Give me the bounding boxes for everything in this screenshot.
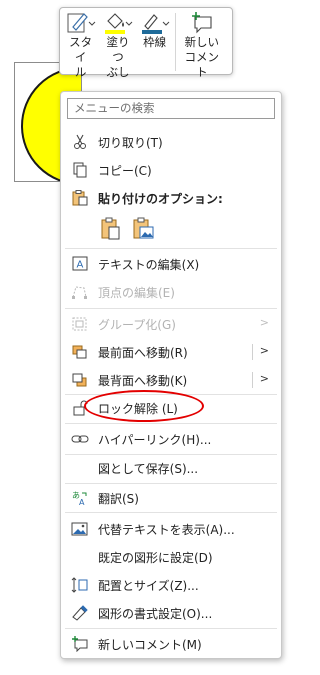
- comment-label-2: コメント: [184, 50, 220, 79]
- paint-bucket-icon: [102, 11, 134, 35]
- menu-item-paste-options: 貼り付けのオプション:: [61, 184, 281, 212]
- copy-icon: [71, 162, 89, 178]
- menu-item-label: ハイパーリンク(H)...: [98, 432, 212, 447]
- split-separator: [252, 372, 253, 388]
- menu-item-label: 翻訳(S): [98, 491, 139, 506]
- size-position-icon: [71, 577, 89, 593]
- link-icon: [71, 431, 89, 447]
- text-edit-icon: A: [71, 256, 89, 272]
- svg-text:A: A: [77, 260, 84, 271]
- menu-item-group[interactable]: グループ化(G) >: [61, 310, 281, 338]
- submenu-arrow-icon[interactable]: >: [260, 372, 269, 385]
- outline-label: 枠線: [143, 35, 167, 49]
- alt-text-icon: [71, 521, 89, 537]
- paste-as-picture-icon[interactable]: [130, 216, 156, 242]
- menu-item-set-default-shape[interactable]: 既定の図形に設定(D): [61, 543, 281, 571]
- menu-item-label: 切り取り(T): [98, 135, 163, 150]
- shape-style-icon: [65, 11, 97, 35]
- menu-separator: [65, 423, 277, 424]
- menu-item-label: グループ化(G): [98, 317, 176, 332]
- paste-options-row: [98, 216, 162, 242]
- style-button[interactable]: スタイ ル: [64, 11, 97, 80]
- style-label-2: ル: [74, 65, 87, 79]
- menu-item-save-as-picture[interactable]: 図として保存(S)...: [61, 454, 281, 482]
- split-separator: [252, 344, 253, 360]
- scissors-icon: [71, 134, 89, 150]
- menu-item-label: コピー(C): [98, 163, 152, 178]
- pen-outline-icon: [139, 11, 171, 35]
- group-icon: [71, 316, 89, 332]
- menu-item-bring-to-front[interactable]: 最前面へ移動(R) >: [61, 338, 281, 366]
- menu-item-new-comment[interactable]: 新しいコメント(M): [61, 630, 281, 658]
- paste-icon: [71, 190, 89, 206]
- menu-item-label: テキストの編集(X): [98, 257, 200, 272]
- format-shape-icon: [71, 605, 89, 621]
- fill-button[interactable]: 塗りつ ぶし: [101, 11, 134, 80]
- bring-front-icon: [71, 344, 89, 360]
- new-comment-icon: [71, 636, 89, 653]
- menu-item-label: 配置とサイズ(Z)...: [98, 578, 199, 593]
- menu-item-label: 貼り付けのオプション:: [98, 191, 223, 206]
- submenu-arrow-icon[interactable]: >: [260, 344, 269, 357]
- translate-icon: あA: [71, 490, 89, 507]
- comment-label-1: 新しい: [184, 35, 220, 49]
- svg-text:A: A: [79, 498, 85, 506]
- new-comment-icon: [186, 11, 218, 35]
- fill-label-2: ぶし: [106, 65, 130, 79]
- menu-separator: [65, 512, 277, 513]
- new-comment-button[interactable]: 新しい コメント: [180, 11, 224, 80]
- style-label-1: スタイ: [69, 35, 93, 64]
- menu-item-cut[interactable]: 切り取り(T): [61, 128, 281, 156]
- mini-toolbar: スタイ ル 塗りつ ぶし 枠線 新しい コメント: [59, 7, 233, 79]
- menu-item-edit-points[interactable]: 頂点の編集(E): [61, 278, 281, 306]
- menu-item-alt-text[interactable]: 代替テキストを表示(A)...: [61, 515, 281, 543]
- menu-item-label: 代替テキストを表示(A)...: [98, 522, 235, 537]
- menu-item-label: 頂点の編集(E): [98, 285, 175, 300]
- menu-item-size-position[interactable]: 配置とサイズ(Z)...: [61, 571, 281, 599]
- menu-item-label: 新しいコメント(M): [98, 637, 202, 652]
- menu-item-label: 既定の図形に設定(D): [98, 550, 213, 565]
- submenu-arrow-icon: >: [259, 316, 269, 329]
- toolbar-separator: [174, 13, 176, 71]
- send-back-icon: [71, 372, 89, 388]
- paste-keep-formatting-icon[interactable]: [98, 216, 124, 242]
- menu-item-format-shape[interactable]: 図形の書式設定(O)...: [61, 599, 281, 627]
- outline-button[interactable]: 枠線: [139, 11, 171, 50]
- menu-item-label: 図形の書式設定(O)...: [98, 606, 213, 621]
- fill-label-1: 塗りつ: [106, 35, 130, 64]
- menu-item-hyperlink[interactable]: ハイパーリンク(H)...: [61, 425, 281, 453]
- menu-separator: [65, 628, 277, 629]
- menu-item-send-to-back[interactable]: 最背面へ移動(K) >: [61, 366, 281, 394]
- menu-item-label: 図として保存(S)...: [98, 461, 199, 476]
- edit-points-icon: [71, 284, 89, 300]
- menu-separator: [65, 248, 277, 249]
- context-menu: メニューの検索 切り取り(T) コピー(C) 貼り付けのオプション: A テキス…: [60, 91, 282, 659]
- menu-item-copy[interactable]: コピー(C): [61, 156, 281, 184]
- menu-search-input[interactable]: メニューの検索: [67, 98, 275, 119]
- menu-item-translate[interactable]: あA 翻訳(S): [61, 484, 281, 512]
- menu-item-label: 最前面へ移動(R): [98, 345, 188, 360]
- menu-item-edit-text[interactable]: A テキストの編集(X): [61, 250, 281, 278]
- menu-item-label: 最背面へ移動(K): [98, 373, 188, 388]
- menu-separator: [65, 308, 277, 309]
- highlight-oval: [84, 390, 204, 422]
